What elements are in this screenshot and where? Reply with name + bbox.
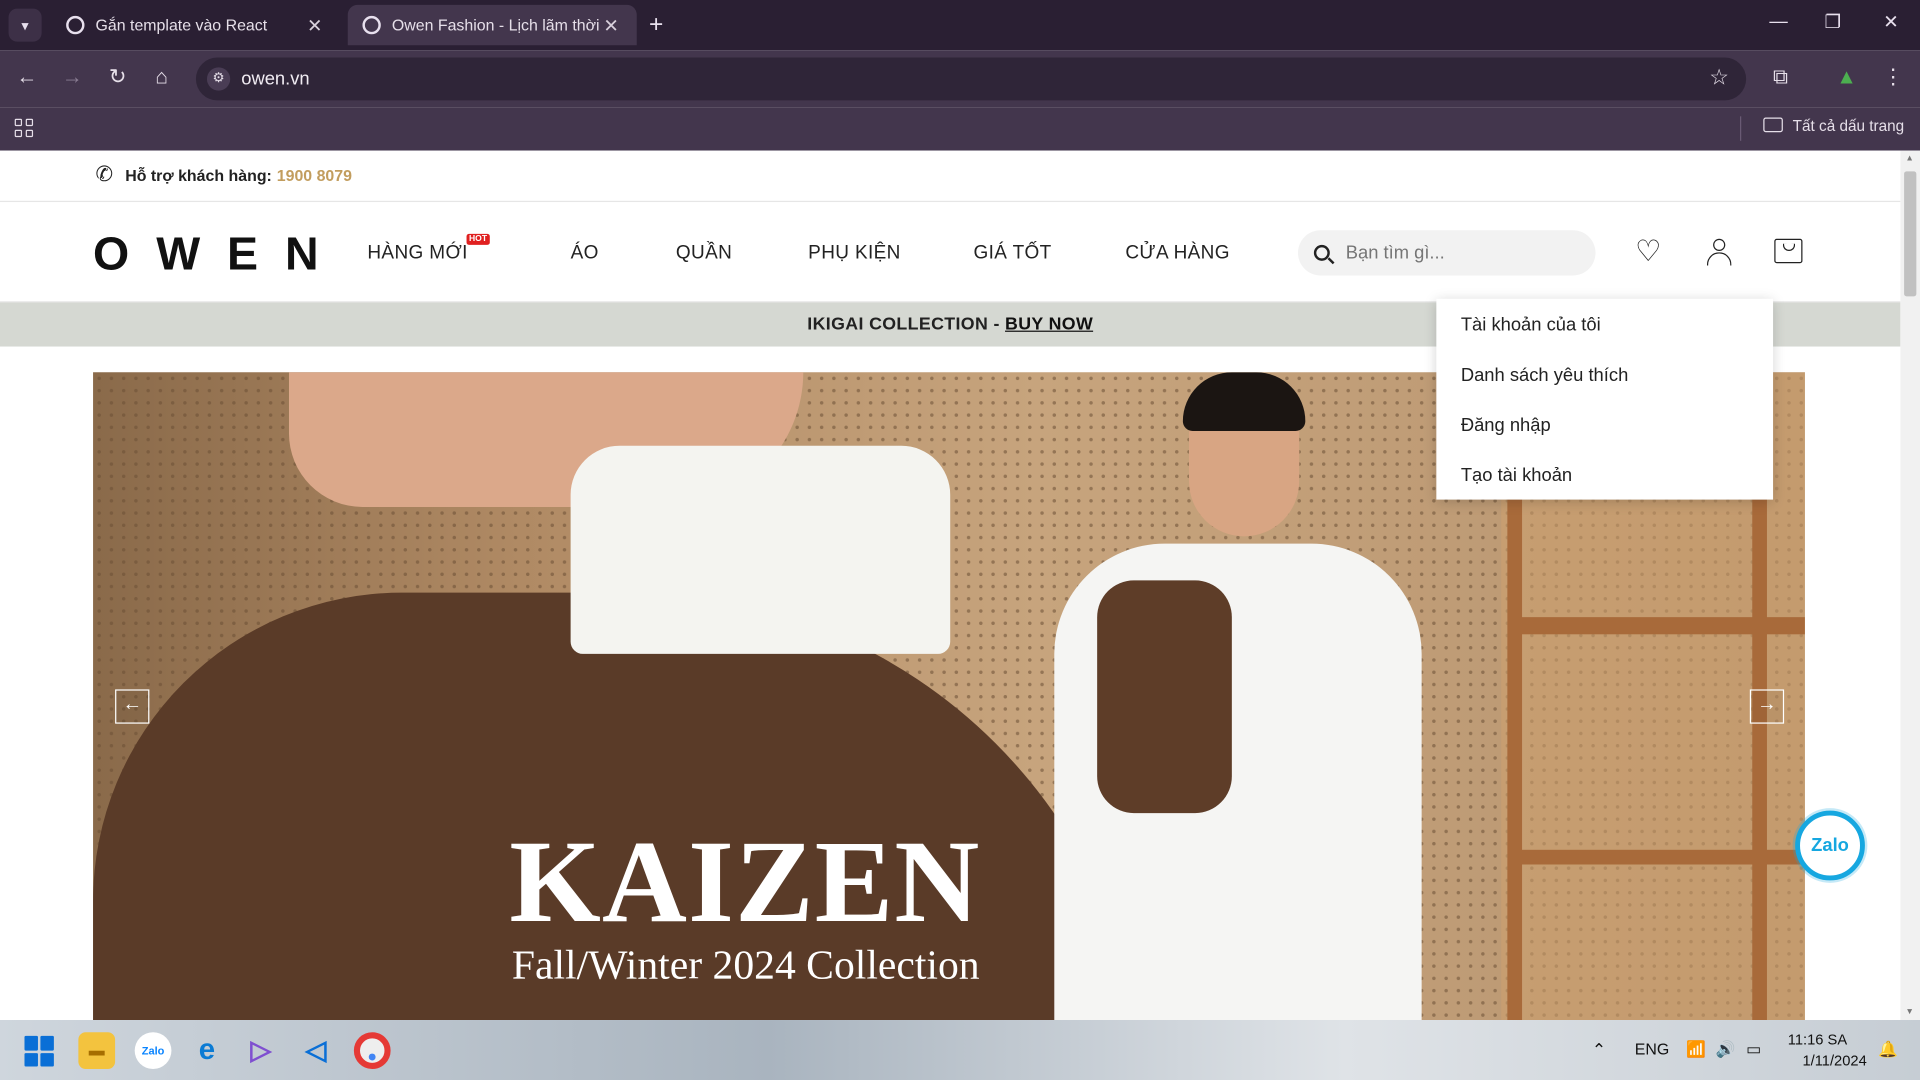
support-bar: ✆ Hỗ trợ khách hàng: 1900 8079 <box>96 163 352 187</box>
scroll-down-icon[interactable]: ▼ <box>1905 1008 1913 1017</box>
tab-close-icon[interactable]: ✕ <box>304 14 326 36</box>
hero-subtitle: Fall/Winter 2024 Collection <box>511 942 980 989</box>
menu-login[interactable]: Đăng nhập <box>1436 414 1773 464</box>
search-box[interactable] <box>1297 230 1596 276</box>
bookmarks-bar: Tất cả dấu trang <box>0 107 1920 151</box>
phone-icon: ✆ <box>95 162 113 187</box>
bookmarks-separator <box>1740 116 1742 141</box>
support-phone[interactable]: 1900 8079 <box>277 166 352 184</box>
browser-tab-strip: ▾ Gắn template vào React ✕ Owen Fashion … <box>0 0 1920 51</box>
url-text[interactable]: owen.vn <box>241 69 309 90</box>
tab-close-icon[interactable]: ✕ <box>600 14 622 36</box>
chrome-icon[interactable]: ● <box>353 1032 391 1069</box>
battery-icon[interactable]: ▭ <box>1746 1040 1761 1060</box>
file-explorer-icon[interactable]: ▬ <box>78 1032 116 1069</box>
tab-search-button[interactable]: ▾ <box>8 8 42 42</box>
menu-register[interactable]: Tạo tài khoản <box>1436 464 1773 514</box>
wood-frame <box>1513 849 1805 865</box>
wishlist-heart-icon[interactable]: ♡ <box>1632 236 1664 268</box>
window-close-icon[interactable]: ✕ <box>1883 11 1898 33</box>
volume-icon[interactable]: 🔊 <box>1716 1040 1736 1060</box>
account-icon[interactable] <box>1706 238 1733 266</box>
scroll-up-icon[interactable]: ▲ <box>1905 154 1913 163</box>
tab-gan-template[interactable]: Gắn template vào React ✕ <box>51 5 340 45</box>
page-scrollbar[interactable]: ▲ ▼ <box>1900 150 1920 1021</box>
menu-my-account[interactable]: Tài khoản của tôi <box>1436 313 1773 363</box>
back-icon[interactable]: ← <box>12 65 41 89</box>
reload-icon[interactable]: ↻ <box>103 65 132 89</box>
owen-website: ✆ Hỗ trợ khách hàng: 1900 8079 OWEN HÀNG… <box>0 150 1901 1021</box>
folder-icon <box>1763 117 1783 133</box>
nav-quan[interactable]: QUẦN <box>676 242 732 264</box>
divider <box>0 200 1901 203</box>
promo-text: IKIGAI COLLECTION - <box>807 314 1000 335</box>
buy-now-link[interactable]: BUY NOW <box>1005 315 1093 335</box>
hot-badge: HOT <box>466 233 490 245</box>
apps-grid-icon[interactable] <box>14 118 34 138</box>
browser-toolbar: ← → ↻ ⌂ ⚙ owen.vn ☆ ⧉ ▲ ⋮ <box>0 50 1920 108</box>
browser-menu-icon[interactable]: ⋮ <box>1878 65 1907 89</box>
account-dropdown: Tài khoản của tôi Danh sách yêu thích Đă… <box>1436 298 1774 500</box>
tab-title: Owen Fashion - Lịch lãm thời trang <box>391 15 600 35</box>
held-jacket <box>1097 580 1232 814</box>
tray-overflow-icon[interactable]: ⌃ <box>1592 1040 1606 1061</box>
vscode-icon[interactable]: ◁ <box>298 1032 335 1069</box>
scroll-thumb[interactable] <box>1904 171 1917 297</box>
zalo-chat-button[interactable]: Zalo <box>1795 810 1865 881</box>
notification-icon[interactable]: 🔔 <box>1878 1040 1898 1060</box>
cart-icon[interactable] <box>1774 238 1803 264</box>
nav-hang-moi[interactable]: HÀNG MỚI <box>367 242 467 264</box>
visual-studio-icon[interactable]: ▷ <box>242 1032 279 1069</box>
owen-favicon-icon <box>362 15 381 35</box>
hero-title: KAIZEN <box>509 815 981 947</box>
new-tab-button[interactable]: + <box>649 11 663 39</box>
profile-icon[interactable]: ▲ <box>1832 65 1861 89</box>
support-label: Hỗ trợ khách hàng: <box>125 165 272 185</box>
forward-icon[interactable]: → <box>58 65 87 89</box>
wifi-icon[interactable]: 📶 <box>1686 1040 1706 1060</box>
edge-icon[interactable]: e <box>189 1032 226 1069</box>
chatgpt-favicon-icon <box>66 15 85 35</box>
windows-taskbar: ▬ Zalo e ▷ ◁ ● ⌃ ENG 📶 🔊 ▭ 11:16 SA 1/11… <box>0 1020 1920 1080</box>
minimize-icon[interactable]: — <box>1769 11 1787 32</box>
bookmark-star-icon[interactable]: ☆ <box>1709 65 1729 91</box>
site-info-icon[interactable]: ⚙ <box>206 67 231 91</box>
slider-next-icon[interactable]: → <box>1749 689 1785 724</box>
nav-phu-kien[interactable]: PHỤ KIỆN <box>808 242 901 264</box>
search-input[interactable] <box>1345 242 1579 264</box>
address-bar[interactable]: ⚙ owen.vn ☆ <box>195 57 1747 101</box>
nav-cua-hang[interactable]: CỬA HÀNG <box>1125 242 1230 264</box>
model-turtleneck <box>570 445 951 654</box>
windows-start-icon[interactable] <box>24 1035 55 1067</box>
clock-time[interactable]: 11:16 SA <box>1788 1031 1847 1048</box>
language-indicator[interactable]: ENG <box>1635 1040 1669 1058</box>
search-icon <box>1313 244 1330 261</box>
clock-date[interactable]: 1/11/2024 <box>1802 1052 1866 1069</box>
slider-prev-icon[interactable]: ← <box>115 689 150 724</box>
restore-icon[interactable]: ❐ <box>1825 11 1841 33</box>
owen-logo[interactable]: OWEN <box>93 229 346 282</box>
nav-ao[interactable]: ÁO <box>571 242 599 264</box>
tab-owen-fashion[interactable]: Owen Fashion - Lịch lãm thời trang ✕ <box>347 4 637 46</box>
all-bookmarks-button[interactable]: Tất cả dấu trang <box>1763 117 1905 135</box>
screen: ▾ Gắn template vào React ✕ Owen Fashion … <box>0 0 1920 1080</box>
nav-gia-tot[interactable]: GIÁ TỐT <box>973 242 1051 264</box>
home-icon[interactable]: ⌂ <box>147 65 176 89</box>
all-bookmarks-label: Tất cả dấu trang <box>1792 117 1905 135</box>
extensions-icon[interactable]: ⧉ <box>1766 65 1795 89</box>
tab-title: Gắn template vào React <box>95 15 268 35</box>
menu-wishlist[interactable]: Danh sách yêu thích <box>1436 364 1773 414</box>
zalo-app-icon[interactable]: Zalo <box>134 1032 172 1069</box>
